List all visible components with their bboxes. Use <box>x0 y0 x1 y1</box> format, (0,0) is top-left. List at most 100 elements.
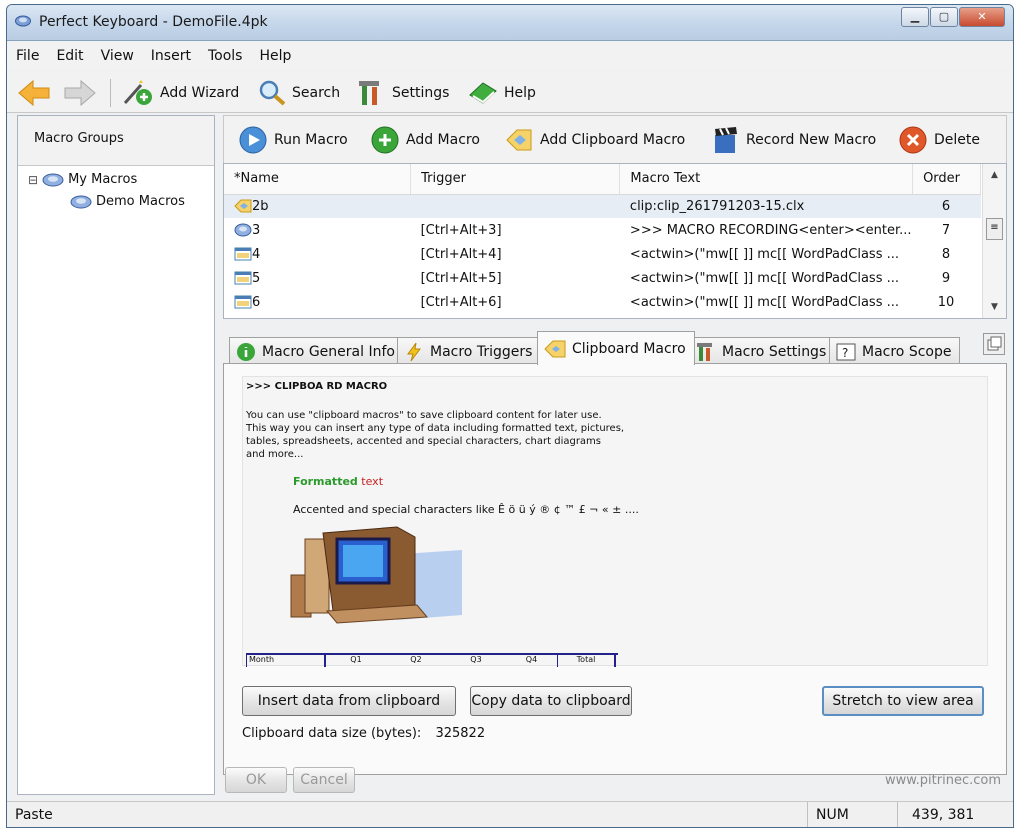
stretch-button[interactable]: Stretch to view area <box>822 686 984 716</box>
copy-data-button[interactable]: Copy data to clipboard <box>470 686 632 716</box>
row-text: <actwin>("mw[[ ]] mc[[ WordPadClass ... <box>629 246 900 262</box>
macro-table-header: *Name Trigger Macro Text Order <box>224 164 981 195</box>
info-icon <box>237 342 255 361</box>
tree-expander[interactable]: ⊟ <box>28 173 38 187</box>
macro-list-scrollbar[interactable]: ▲ ≡ ▼ <box>982 164 1006 318</box>
window-title: Perfect Keyboard - DemoFile.4pk <box>39 14 268 30</box>
website-link[interactable]: www.pitrinec.com <box>885 773 1001 788</box>
delete-macro-button[interactable]: Delete <box>898 126 980 154</box>
row-name: 2b <box>252 198 269 214</box>
add-wizard-label: Add Wizard <box>160 85 240 101</box>
minimize-button[interactable]: ▁ <box>901 7 929 27</box>
search-button[interactable]: Search <box>257 79 340 107</box>
row-name: 6 <box>252 294 261 310</box>
clipboard-preview: >>> CLIPBOA RD MACRO You can use "clipbo… <box>242 376 988 667</box>
windows-icon <box>987 336 1002 351</box>
preview-line: This way you can insert any type of data… <box>246 423 625 434</box>
group-icon <box>70 195 92 208</box>
forward-button[interactable] <box>63 79 102 107</box>
row-order: 6 <box>912 194 981 218</box>
search-label: Search <box>292 85 341 101</box>
add-macro-label: Add Macro <box>406 132 480 148</box>
preview-line: tables, spreadsheets, accented and speci… <box>246 436 602 447</box>
column-trigger[interactable]: Trigger <box>410 164 621 195</box>
menu-tools[interactable]: Tools <box>199 42 251 64</box>
tree-item-demo-macros[interactable]: Demo Macros <box>70 194 185 209</box>
maximize-button[interactable]: ▢ <box>930 7 958 27</box>
column-order[interactable]: Order <box>912 164 981 195</box>
clipboard-size-label: Clipboard data size (bytes): <box>242 726 422 741</box>
column-macro-text[interactable]: Macro Text <box>619 164 914 195</box>
tab-macro-settings[interactable]: Macro Settings <box>689 337 836 365</box>
table-row[interactable]: 3 [Ctrl+Alt+3] >>> MACRO RECORDING<enter… <box>224 218 981 242</box>
preview-accented-text: Accented and special characters like Ê ö… <box>293 503 639 516</box>
ok-button[interactable]: OK <box>225 767 287 793</box>
column-name[interactable]: *Name <box>224 164 412 195</box>
macro-pane: Run Macro Add Macro Add Clipboard Macro … <box>223 115 1007 795</box>
help-button[interactable]: Help <box>467 79 536 107</box>
menu-edit[interactable]: Edit <box>47 42 91 64</box>
row-order: 7 <box>941 222 951 238</box>
settings-button[interactable]: Settings <box>357 79 449 107</box>
close-button[interactable]: ✕ <box>959 7 1005 27</box>
menu-bar: File Edit View Insert Tools Help <box>7 42 1013 70</box>
table-cell: Q3 <box>470 655 482 664</box>
settings-tools-icon <box>359 81 379 105</box>
table-row[interactable]: 6 [Ctrl+Alt+6] <actwin>("mw[[ ]] mc[[ Wo… <box>224 290 981 314</box>
scroll-thumb[interactable]: ≡ <box>986 218 1003 240</box>
preview-description: You can use "clipboard macros" to save c… <box>246 409 624 461</box>
clipboard-macro-panel: >>> CLIPBOA RD MACRO You can use "clipbo… <box>223 363 1007 775</box>
tab-clipboard-macro[interactable]: Clipboard Macro <box>537 331 695 365</box>
tab-macro-scope[interactable]: ? Macro Scope <box>829 337 961 365</box>
row-name: 5 <box>252 270 261 286</box>
table-cell: Q2 <box>410 655 422 664</box>
row-name: 3 <box>252 222 261 238</box>
back-button[interactable] <box>17 79 56 107</box>
menu-view[interactable]: View <box>92 42 142 64</box>
main-toolbar: Add Wizard Search Settings Help <box>7 71 1013 113</box>
tab-label: Macro Settings <box>722 343 827 360</box>
run-macro-button[interactable]: Run Macro <box>238 126 348 154</box>
tab-label: Macro Scope <box>862 343 952 360</box>
clapperboard-icon <box>715 127 737 153</box>
table-row[interactable]: 5 [Ctrl+Alt+5] <actwin>("mw[[ ]] mc[[ Wo… <box>224 266 981 290</box>
add-clipboard-macro-button[interactable]: Add Clipboard Macro <box>504 126 685 154</box>
cancel-button[interactable]: Cancel <box>293 767 355 793</box>
tree-item-my-macros[interactable]: ⊟ My Macros <box>28 172 137 187</box>
table-cell: Q1 <box>350 655 362 664</box>
tab-macro-triggers[interactable]: Macro Triggers <box>397 337 542 365</box>
menu-file[interactable]: File <box>7 42 47 64</box>
delete-icon <box>899 126 927 154</box>
scroll-up-icon[interactable]: ▲ <box>983 164 1006 186</box>
app-window: Perfect Keyboard - DemoFile.4pk ▁ ▢ ✕ Fi… <box>6 4 1014 828</box>
record-macro-label: Record New Macro <box>746 132 877 148</box>
tree-label: Demo Macros <box>96 194 185 209</box>
table-cell: Month <box>246 655 326 667</box>
row-trigger: [Ctrl+Alt+6] <box>420 294 502 310</box>
add-wizard-button[interactable]: Add Wizard <box>121 79 239 107</box>
scroll-down-icon[interactable]: ▼ <box>983 296 1006 318</box>
menu-insert[interactable]: Insert <box>142 42 199 64</box>
record-macro-button[interactable]: Record New Macro <box>712 126 876 154</box>
tab-macro-general-info[interactable]: Macro General Info <box>229 337 404 365</box>
insert-data-button[interactable]: Insert data from clipboard <box>242 686 456 716</box>
clipboard-size-row: Clipboard data size (bytes): 325822 <box>242 726 485 741</box>
detach-panel-button[interactable] <box>983 333 1005 355</box>
add-macro-button[interactable]: Add Macro <box>370 126 480 154</box>
row-trigger <box>410 194 620 218</box>
wizard-wand-icon <box>123 80 152 105</box>
table-row[interactable]: 2b clip:clip_261791203-15.clx 6 <box>224 194 981 218</box>
menu-help[interactable]: Help <box>250 42 299 64</box>
cursor-position: 439, 381 <box>897 802 1013 827</box>
table-row[interactable]: 4 [Ctrl+Alt+4] <actwin>("mw[[ ]] mc[[ Wo… <box>224 242 981 266</box>
play-icon <box>239 126 267 154</box>
window-macro-icon <box>234 271 252 285</box>
formatted-green-text: Formatted <box>293 475 358 488</box>
tab-label: Macro Triggers <box>430 343 533 360</box>
table-cell: Total <box>558 655 616 667</box>
preview-quarter-table: Month Q1 Q2 Q3 Q4 Total <box>246 653 618 667</box>
add-clipboard-macro-label: Add Clipboard Macro <box>540 132 686 148</box>
macro-groups-tree: ⊟ My Macros Demo Macros <box>18 166 214 209</box>
preview-line: You can use "clipboard macros" to save c… <box>246 410 602 421</box>
clipboard-tag-icon <box>544 340 566 357</box>
